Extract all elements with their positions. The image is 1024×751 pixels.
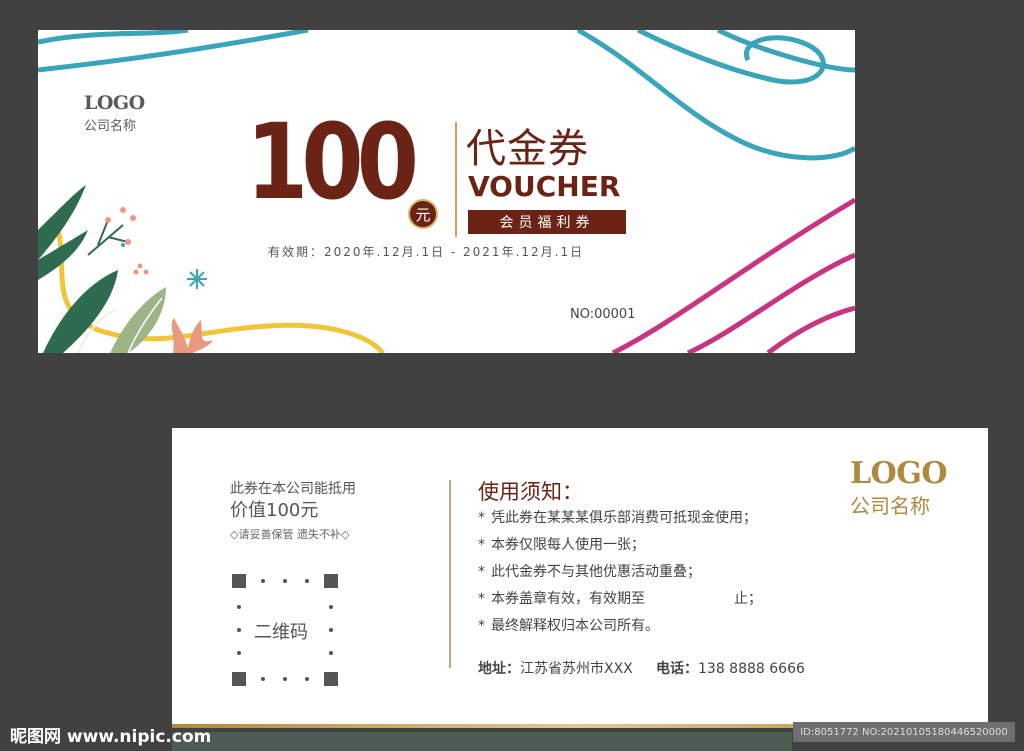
qr-code-label: 二维码: [254, 622, 308, 643]
validity-period: 有效期：2020年.12月.1日 - 2021年.12月.1日: [268, 245, 585, 259]
voucher-front: LOGO 公司名称 100 元 代金券 VOUCHER 会员福利券 有效期：20…: [38, 30, 855, 353]
voucher-back: 此券在本公司能抵用 价值100元 ◇请妥善保管 遗失不补◇ 二维码 使用须知： …: [172, 428, 988, 728]
list-item: 最终解释权归本公司所有。: [478, 616, 762, 643]
usage-rules-list: 凭此券在某某某俱乐部消费可抵现金使用； 本券仅限每人使用一张； 此代金券不与其他…: [478, 508, 762, 643]
bottom-strip: [172, 732, 792, 751]
voucher-amount: 100: [246, 101, 419, 223]
plant-illustration: [38, 185, 213, 353]
amount-unit-badge: 元: [408, 199, 438, 229]
site-watermark: 昵图网 www.nipic.com: [10, 727, 212, 747]
snowflake-icon: [187, 269, 207, 289]
safekeeping-note: ◇请妥善保管 遗失不补◇: [230, 528, 350, 541]
redeem-note: 此券在本公司能抵用: [230, 481, 356, 497]
usage-rules-title: 使用须知：: [478, 480, 583, 504]
address: 地址：江苏省苏州市XXX: [478, 658, 633, 678]
back-logo-text: LOGO: [850, 456, 947, 491]
voucher-title-en: VOUCHER: [468, 170, 621, 203]
address-value: 江苏省苏州市XXX: [520, 661, 633, 677]
title-divider: [455, 122, 457, 237]
list-item: 凭此券在某某某俱乐部消费可抵现金使用；: [478, 508, 762, 535]
back-divider: [449, 480, 451, 668]
voucher-title-cn: 代金券: [466, 126, 589, 172]
list-item: 此代金券不与其他优惠活动重叠；: [478, 562, 762, 589]
address-label: 地址：: [478, 661, 520, 677]
phone-value: 138 8888 6666: [698, 661, 805, 677]
magenta-wave-3: [766, 305, 855, 353]
front-company-name: 公司名称: [84, 119, 137, 134]
id-watermark: ID:8051772 NO:20210105180446520000: [793, 722, 1015, 742]
serial-number: NO:00001: [570, 307, 636, 322]
phone: 电话：138 8888 6666: [656, 658, 805, 678]
list-item: 本券盖章有效，有效期至 止；: [478, 589, 762, 616]
decorative-waves: [38, 30, 855, 353]
front-logo-text: LOGO: [84, 92, 145, 114]
list-item: 本券仅限每人使用一张；: [478, 535, 762, 562]
teal-wave-left-1: [38, 30, 189, 45]
redeem-value: 价值100元: [230, 500, 319, 521]
back-company-name: 公司名称: [850, 494, 930, 518]
phone-label: 电话：: [656, 661, 698, 677]
member-benefit-badge: 会员福利券: [468, 210, 626, 234]
magenta-wave-2: [686, 252, 855, 353]
